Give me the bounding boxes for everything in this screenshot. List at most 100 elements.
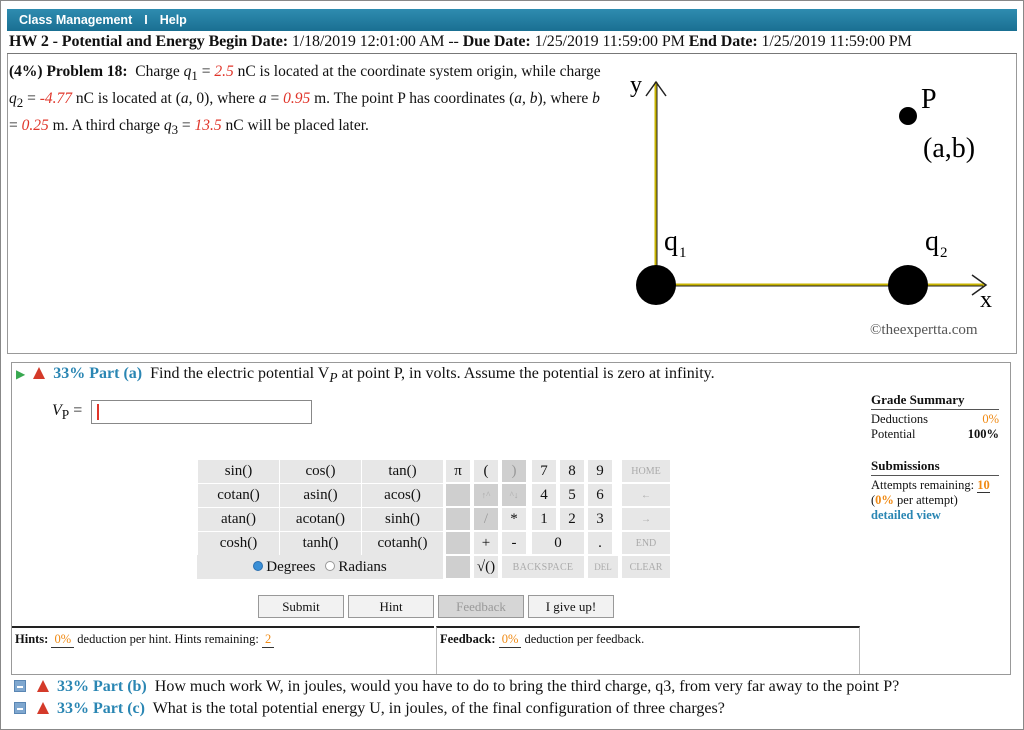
play-icon[interactable]: ▶	[16, 367, 25, 381]
attempts-value: 10	[977, 478, 990, 493]
feedback-button[interactable]: Feedback	[438, 595, 524, 618]
key-lparen[interactable]: (	[473, 459, 499, 483]
key-home[interactable]: HOME	[621, 459, 671, 483]
feedback-label: Feedback:	[440, 632, 496, 646]
degrees-radio-icon	[253, 560, 264, 571]
submissions-title: Submissions	[871, 458, 940, 473]
key-minus[interactable]: -	[501, 531, 527, 555]
q2-subscript: 2	[940, 245, 948, 261]
key-pi[interactable]: π	[445, 459, 471, 483]
expand-icon[interactable]	[14, 680, 26, 692]
key-atan[interactable]: atan()	[197, 507, 280, 532]
per-attempt-value: 0%	[875, 493, 894, 507]
top-menu-bar: Class Management I Help	[7, 9, 1017, 31]
key-cotanh[interactable]: cotanh()	[361, 531, 444, 556]
key-sinh[interactable]: sinh()	[361, 507, 444, 532]
key-9[interactable]: 9	[587, 459, 613, 483]
y-axis-label: y	[630, 72, 642, 98]
feedback-deduction: 0%	[498, 632, 522, 648]
give-up-button[interactable]: I give up!	[528, 595, 614, 618]
q2-value: -4.77	[39, 90, 72, 108]
key-blank-3	[445, 531, 471, 555]
key-plus[interactable]: +	[473, 531, 499, 555]
key-cotan[interactable]: cotan()	[197, 483, 280, 508]
part-a-header: ▶ 33% Part (a) Find the electric potenti…	[16, 365, 715, 386]
text-cursor	[97, 404, 99, 420]
expand-icon[interactable]	[14, 702, 26, 714]
charge-q1	[636, 265, 676, 305]
part-b-label[interactable]: 33% Part (b)	[57, 678, 147, 695]
point-p	[899, 107, 917, 125]
key-tanh[interactable]: tanh()	[279, 531, 362, 556]
hint-button[interactable]: Hint	[348, 595, 434, 618]
key-clear[interactable]: CLEAR	[621, 555, 671, 579]
help-link[interactable]: Help	[160, 13, 187, 27]
key-7[interactable]: 7	[531, 459, 557, 483]
due-date-label: Due Date:	[462, 33, 531, 50]
radians-option[interactable]: Radians	[325, 559, 387, 576]
key-sin[interactable]: sin()	[197, 459, 280, 484]
key-acotan[interactable]: acotan()	[279, 507, 362, 532]
image-credit: ©theexpertta.com	[870, 322, 978, 338]
q1-label: q	[664, 226, 678, 257]
key-8[interactable]: 8	[559, 459, 585, 483]
key-del[interactable]: DEL	[587, 555, 619, 579]
part-c-question: What is the total potential energy U, in…	[152, 700, 725, 717]
menu-separator: I	[144, 13, 148, 27]
key-1[interactable]: 1	[531, 507, 557, 531]
key-cosh[interactable]: cosh()	[197, 531, 280, 556]
key-right[interactable]: →	[621, 507, 671, 531]
part-a-label[interactable]: 33% Part (a)	[53, 365, 142, 382]
answer-input[interactable]	[91, 400, 312, 424]
part-c-label[interactable]: 33% Part (c)	[57, 700, 145, 717]
key-dot[interactable]: .	[587, 531, 613, 555]
due-date-value: 1/25/2019 11:59:00 PM	[534, 33, 685, 50]
key-4[interactable]: 4	[531, 483, 557, 507]
key-3[interactable]: 3	[587, 507, 613, 531]
end-date-label: End Date:	[688, 33, 758, 50]
key-2[interactable]: 2	[559, 507, 585, 531]
deductions-value: 0%	[982, 412, 999, 426]
key-sqrt[interactable]: √()	[473, 555, 499, 579]
part-c-row[interactable]: 33% Part (c) What is the total potential…	[14, 700, 725, 718]
key-blank-4	[445, 555, 471, 579]
key-cos[interactable]: cos()	[279, 459, 362, 484]
submit-button[interactable]: Submit	[258, 595, 344, 618]
point-p-coords: (a,b)	[923, 133, 975, 164]
class-management-link[interactable]: Class Management	[19, 13, 132, 27]
hints-remaining: 2	[261, 632, 275, 648]
warning-icon	[37, 680, 49, 692]
detailed-view-link[interactable]: detailed view	[871, 508, 999, 523]
key-5[interactable]: 5	[559, 483, 585, 507]
feedback-text: deduction per feedback.	[524, 632, 645, 646]
potential-value: 100%	[967, 427, 999, 441]
key-tan[interactable]: tan()	[361, 459, 444, 484]
grade-summary: Grade Summary Deductions 0% Potential 100%…	[871, 392, 999, 523]
key-slash[interactable]: /	[473, 507, 499, 531]
assignment-title: HW 2 - Potential and Energy	[9, 33, 205, 50]
part-b-row[interactable]: 33% Part (b) How much work W, in joules,…	[14, 678, 899, 696]
key-end[interactable]: END	[621, 531, 671, 555]
key-asin[interactable]: asin()	[279, 483, 362, 508]
q1-value: 2.5	[214, 63, 234, 80]
key-acos[interactable]: acos()	[361, 483, 444, 508]
key-left[interactable]: ←	[621, 483, 671, 507]
answer-label: VP =	[52, 402, 83, 423]
degrees-option[interactable]: Degrees	[253, 559, 315, 576]
key-rparen[interactable]: )	[501, 459, 527, 483]
deductions-label: Deductions	[871, 412, 928, 426]
problem-statement: (4%) Problem 18: Charge q1 = 2.5 nC is l…	[9, 63, 601, 138]
point-p-label: P	[921, 84, 937, 115]
attempts-label: Attempts remaining:	[871, 478, 975, 492]
key-6[interactable]: 6	[587, 483, 613, 507]
key-up[interactable]: ↑^	[473, 483, 499, 507]
key-backspace[interactable]: BACKSPACE	[501, 555, 585, 579]
key-0[interactable]: 0	[531, 531, 585, 555]
a-value: 0.95	[283, 90, 311, 108]
key-down[interactable]: ^↓	[501, 483, 527, 507]
key-star[interactable]: *	[501, 507, 527, 531]
part-b-question: How much work W, in joules, would you ha…	[154, 678, 900, 695]
hints-label: Hints:	[15, 632, 49, 646]
begin-date-value: 1/18/2019 12:01:00 AM --	[291, 33, 459, 50]
hints-panel: Hints: 0% deduction per hint. Hints rema…	[12, 626, 434, 674]
